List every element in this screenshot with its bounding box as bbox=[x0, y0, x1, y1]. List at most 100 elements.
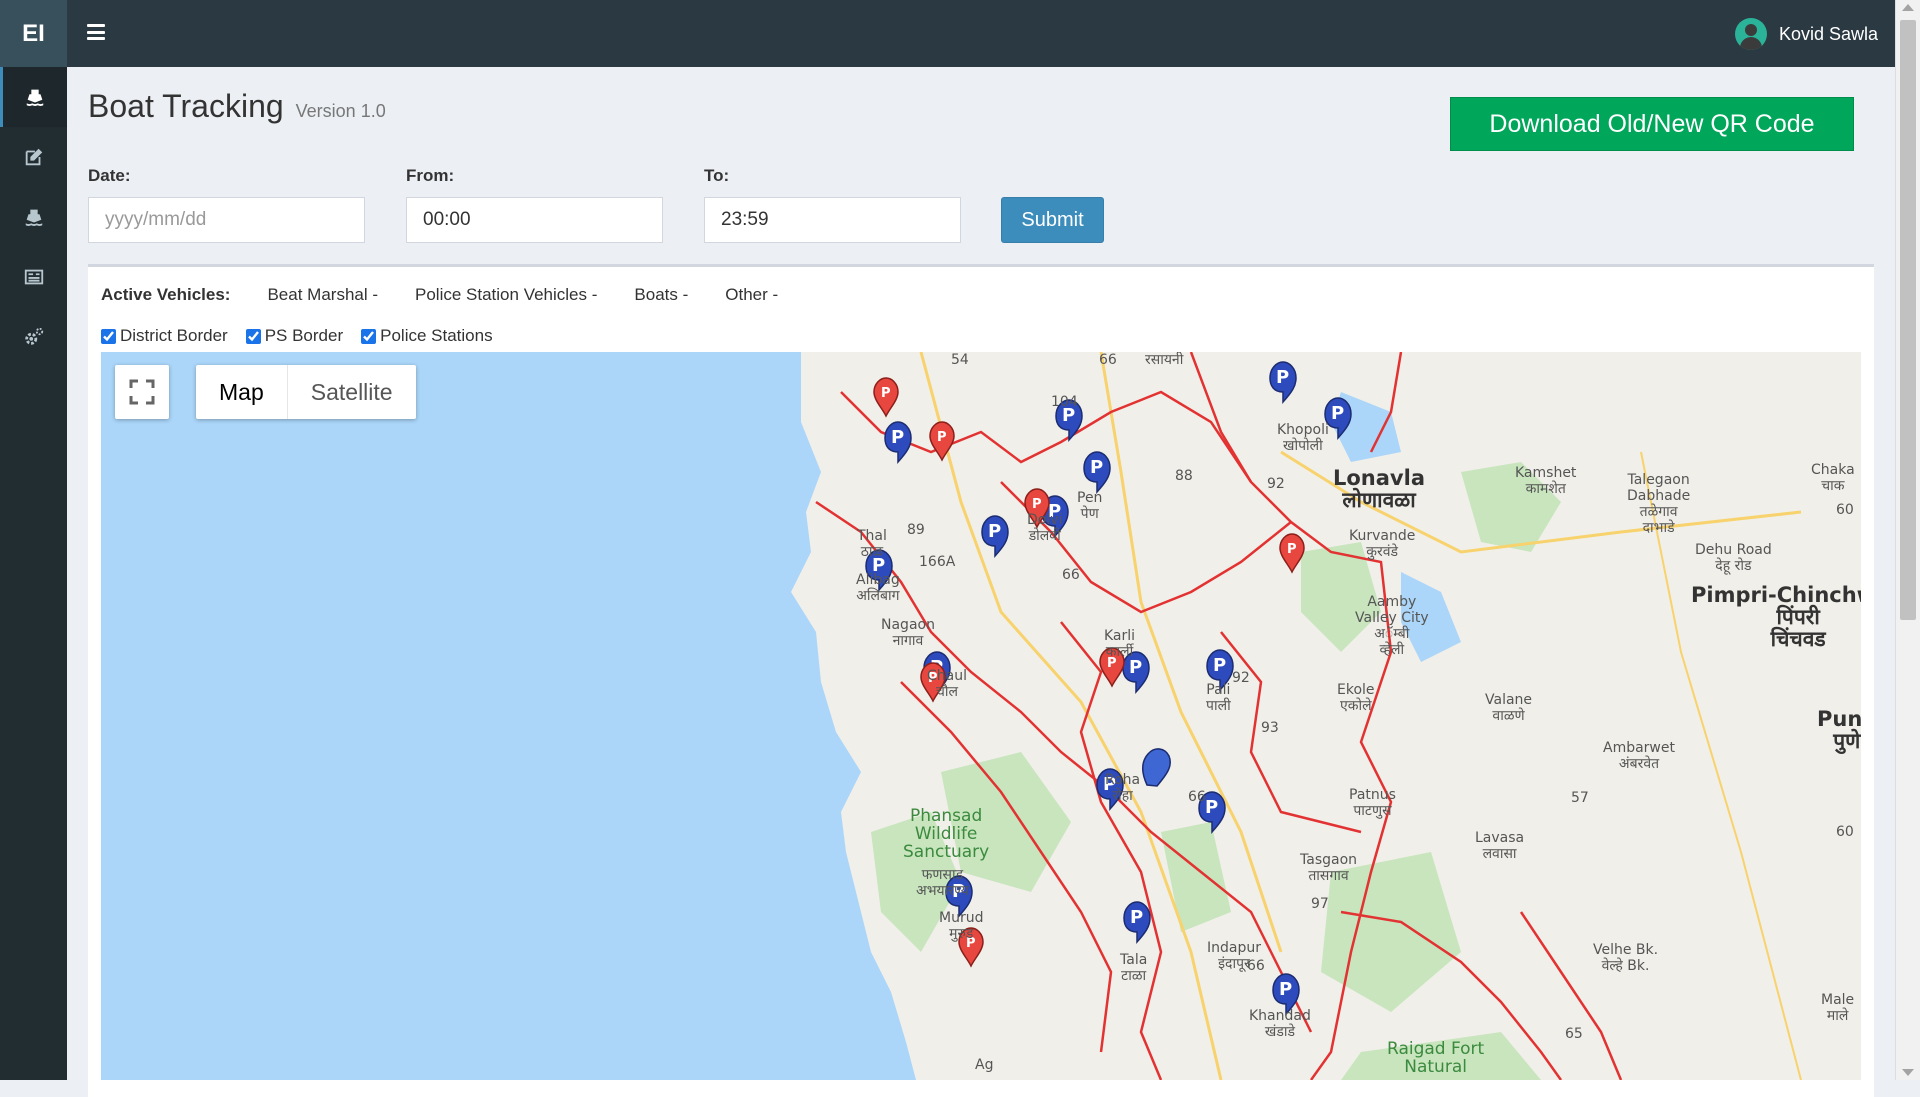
date-input[interactable] bbox=[88, 197, 365, 243]
ps-border-checkbox[interactable] bbox=[245, 328, 261, 344]
place-label: Kamshet कामशेत bbox=[1515, 465, 1577, 497]
fullscreen-icon bbox=[129, 379, 155, 405]
place-label: Raigad Fort Natural bbox=[1387, 1039, 1485, 1077]
to-time-input[interactable] bbox=[704, 197, 961, 243]
place-label: Chaka चाक bbox=[1811, 462, 1855, 494]
place-label: Murud मुरुड bbox=[939, 910, 984, 942]
menu-toggle-icon[interactable] bbox=[87, 24, 105, 40]
police-stations-checkbox[interactable] bbox=[361, 328, 377, 344]
place-label: Valane वाळणे bbox=[1485, 692, 1533, 724]
place-label: Khopoli खोपोली bbox=[1277, 422, 1329, 454]
district-border-checkbox[interactable] bbox=[101, 328, 116, 344]
place-label: Karli कार्ली bbox=[1104, 628, 1136, 660]
sidebar-item-boats[interactable] bbox=[0, 187, 67, 247]
layer-toggles: District Border PS Border Police Station… bbox=[101, 326, 493, 346]
newspaper-icon bbox=[24, 269, 43, 285]
place-label: Phansad Wildlife Sanctuary bbox=[903, 806, 990, 862]
place-label: Velhe Bk. वेल्हे Bk. bbox=[1593, 942, 1659, 974]
ship-icon bbox=[26, 89, 44, 106]
user-name: Kovid Sawla bbox=[1778, 23, 1878, 44]
road-shield: 60 bbox=[1836, 502, 1854, 518]
road-shield: 166A bbox=[919, 554, 956, 570]
police-station-vehicles-count: Police Station Vehicles - bbox=[415, 285, 598, 304]
submit-button[interactable]: Submit bbox=[1001, 197, 1104, 243]
district-border-toggle[interactable]: District Border bbox=[101, 326, 228, 346]
page-title: Boat Tracking Version 1.0 bbox=[88, 88, 386, 125]
place-label: Patnus पाटणुस bbox=[1349, 787, 1396, 819]
download-qr-button[interactable]: Download Old/New QR Code bbox=[1450, 97, 1854, 151]
date-label: Date: bbox=[88, 166, 131, 185]
place-label: Tasgaon तासगाव bbox=[1300, 852, 1358, 884]
place-label: Thal ठाळ bbox=[857, 528, 887, 560]
road-shield: 97 bbox=[1311, 896, 1329, 912]
road-shield: 57 bbox=[1571, 790, 1589, 806]
place-label: Pen पेण bbox=[1077, 490, 1103, 522]
fullscreen-button[interactable] bbox=[115, 365, 169, 419]
place-label: Pimpri-Chinchwadपिंपरीचिंचवड bbox=[1691, 583, 1861, 651]
road-shield: 54 bbox=[951, 352, 969, 368]
cogs-icon bbox=[24, 327, 43, 345]
district-border-label: District Border bbox=[120, 326, 228, 345]
place-label: Tala टाळा bbox=[1120, 952, 1148, 984]
road-shield: 104 bbox=[1051, 394, 1078, 410]
police-stations-label: Police Stations bbox=[380, 326, 493, 345]
road-shield: 89 bbox=[907, 522, 925, 538]
road-shield: 93 bbox=[1261, 720, 1279, 736]
place-label: Chaul चौल bbox=[927, 668, 967, 700]
road-shield: 65 bbox=[1565, 1026, 1583, 1042]
place-label: Pali पाली bbox=[1206, 682, 1231, 714]
ps-border-toggle[interactable]: PS Border bbox=[245, 326, 344, 346]
active-vehicles-row: Active Vehicles: Beat Marshal - Police S… bbox=[101, 285, 815, 305]
place-label: Aamby Valley City अॅम्बी व्हेली bbox=[1355, 594, 1429, 658]
sidebar-item-boat-tracking[interactable] bbox=[0, 67, 67, 127]
from-label: From: bbox=[406, 166, 455, 185]
road-shield: 92 bbox=[1267, 476, 1285, 492]
map-type-satellite-button[interactable]: Satellite bbox=[286, 365, 416, 419]
place-label: Roha रोहा bbox=[1105, 772, 1141, 804]
ps-border-label: PS Border bbox=[264, 326, 344, 345]
avatar bbox=[1734, 18, 1767, 50]
map-type-map-button[interactable]: Map bbox=[196, 365, 287, 419]
place-label: Dehu Road देहू रोड bbox=[1695, 542, 1772, 574]
place-label: Kurvande कुरवंडे bbox=[1349, 528, 1416, 560]
sidebar-item-settings[interactable] bbox=[0, 307, 67, 367]
boats-count: Boats - bbox=[634, 285, 689, 304]
place-label: Dolvi डोलवी bbox=[1027, 512, 1063, 544]
road-shield: 66 bbox=[1188, 789, 1206, 805]
scroll-up-arrow-icon[interactable] bbox=[1902, 4, 1914, 11]
place-label: Indapur इंदापूर bbox=[1207, 940, 1261, 972]
place-label: Ekole एकोले bbox=[1337, 682, 1375, 714]
ship-icon bbox=[25, 209, 42, 226]
page-scrollbar[interactable] bbox=[1895, 0, 1920, 1080]
sidebar-item-reports[interactable] bbox=[0, 247, 67, 307]
other-count: Other - bbox=[725, 285, 779, 304]
from-time-input[interactable] bbox=[406, 197, 663, 243]
place-label: Ag bbox=[975, 1057, 994, 1073]
road-shield: 66 bbox=[1099, 352, 1117, 368]
page-title-text: Boat Tracking bbox=[88, 88, 284, 124]
place-label: Lavasa लवासा bbox=[1475, 830, 1525, 862]
sidebar-item-edit[interactable] bbox=[0, 127, 67, 187]
to-label: To: bbox=[704, 166, 730, 185]
place-label: Ambarwet अंबरवेत bbox=[1603, 740, 1675, 772]
sidebar bbox=[0, 67, 67, 1080]
road-shield: 88 bbox=[1175, 468, 1193, 484]
place-label: फणसाड अभयारण्य bbox=[916, 867, 969, 899]
app-logo[interactable]: EI bbox=[0, 0, 67, 67]
police-stations-toggle[interactable]: Police Stations bbox=[361, 326, 493, 346]
user-menu[interactable]: Kovid Sawla bbox=[1734, 17, 1878, 51]
edit-icon bbox=[25, 148, 42, 166]
place-label: Alibag अलिबाग bbox=[856, 572, 900, 604]
scroll-down-arrow-icon[interactable] bbox=[1902, 1069, 1914, 1076]
road-shield: 66 bbox=[1062, 567, 1080, 583]
active-vehicles-label: Active Vehicles: bbox=[101, 285, 231, 304]
top-navbar: EI Kovid Sawla bbox=[0, 0, 1920, 67]
place-label: Talegaon Dabhade तळेगाव दाभाडे bbox=[1627, 472, 1691, 536]
scroll-thumb[interactable] bbox=[1900, 20, 1916, 620]
place-label: Khandad खंडाडे bbox=[1249, 1008, 1311, 1040]
road-shield: 92 bbox=[1232, 670, 1250, 686]
map-canvas[interactable]: P P bbox=[101, 352, 1861, 1080]
road-shield: 60 bbox=[1836, 824, 1854, 840]
place-label: Nagaon नागाव bbox=[881, 617, 935, 649]
page-version: Version 1.0 bbox=[295, 101, 386, 121]
